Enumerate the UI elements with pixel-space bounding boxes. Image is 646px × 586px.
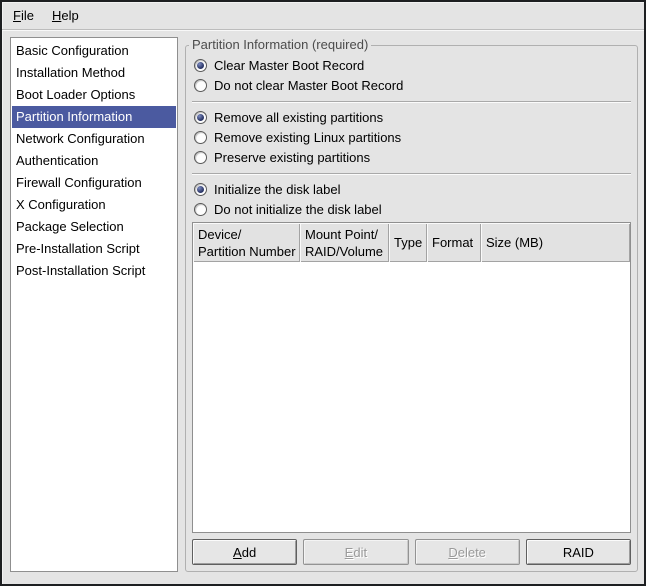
radio-clear-master-boot-record[interactable]: Clear Master Boot Record (192, 55, 631, 75)
sidebar-item-boot-loader-options[interactable]: Boot Loader Options (12, 84, 176, 106)
radio-label: Clear Master Boot Record (214, 58, 364, 73)
raid-button[interactable]: RAID (526, 539, 631, 565)
config-step-list: Basic ConfigurationInstallation MethodBo… (10, 37, 178, 572)
master-boot-record-radio-group: Clear Master Boot Record Do not clear Mas… (192, 55, 631, 95)
menu-help[interactable]: Help (43, 2, 88, 29)
radio-label: Preserve existing partitions (214, 150, 370, 165)
sidebar-item-authentication[interactable]: Authentication (12, 150, 176, 172)
radio-initialize-the-disk-label[interactable]: Initialize the disk label (192, 179, 631, 199)
edit-button: Edit (303, 539, 408, 565)
kickstart-configurator-window: FileHelp Basic ConfigurationInstallation… (0, 0, 646, 586)
radio-button-icon[interactable] (194, 151, 207, 164)
radio-button-icon[interactable] (194, 183, 207, 196)
column-header-text: Size (MB) (486, 234, 625, 251)
partition-table-body[interactable] (193, 262, 630, 532)
partition-information-frame: Partition Information (required) Clear M… (185, 37, 638, 572)
sidebar-item-firewall-configuration[interactable]: Firewall Configuration (12, 172, 176, 194)
sidebar-item-post-installation-script[interactable]: Post-Installation Script (12, 260, 176, 282)
sidebar-item-basic-configuration[interactable]: Basic Configuration (12, 40, 176, 62)
main-area: Basic ConfigurationInstallation MethodBo… (2, 30, 644, 584)
column-header-size-mb[interactable]: Size (MB) (481, 223, 630, 262)
radio-button-icon[interactable] (194, 131, 207, 144)
sidebar-item-installation-method[interactable]: Installation Method (12, 62, 176, 84)
radio-button-icon[interactable] (194, 59, 207, 72)
delete-button: Delete (415, 539, 520, 565)
column-header-text: Partition Number (198, 243, 295, 260)
radio-remove-all-existing-partitions[interactable]: Remove all existing partitions (192, 107, 631, 127)
column-header-device-partition-number[interactable]: Device/Partition Number (193, 223, 300, 262)
radio-preserve-existing-partitions[interactable]: Preserve existing partitions (192, 147, 631, 167)
menubar: FileHelp (2, 2, 644, 30)
partition-table: Device/Partition NumberMount Point/RAID/… (192, 222, 631, 533)
column-header-text: Format (432, 234, 476, 251)
radio-button-icon[interactable] (194, 111, 207, 124)
column-header-text: Device/ (198, 226, 295, 243)
column-header-text: Mount Point/ (305, 226, 384, 243)
sidebar-item-partition-information[interactable]: Partition Information (12, 106, 176, 128)
disk-label-radio-group: Initialize the disk label Do not initiali… (192, 179, 631, 219)
sidebar-item-x-configuration[interactable]: X Configuration (12, 194, 176, 216)
radio-do-not-initialize-the-disk-label[interactable]: Do not initialize the disk label (192, 199, 631, 219)
frame-label: Partition Information (required) (189, 37, 371, 53)
add-button[interactable]: Add (192, 539, 297, 565)
radio-button-icon[interactable] (194, 79, 207, 92)
radio-label: Remove all existing partitions (214, 110, 383, 125)
existing-partitions-radio-group: Remove all existing partitions Remove exi… (192, 107, 631, 167)
column-header-type[interactable]: Type (389, 223, 427, 262)
radio-do-not-clear-master-boot-record[interactable]: Do not clear Master Boot Record (192, 75, 631, 95)
partition-table-header: Device/Partition NumberMount Point/RAID/… (193, 223, 630, 262)
column-header-format[interactable]: Format (427, 223, 481, 262)
radio-label: Remove existing Linux partitions (214, 130, 401, 145)
column-header-text: RAID/Volume (305, 243, 384, 260)
radio-label: Initialize the disk label (214, 182, 340, 197)
sidebar-item-network-configuration[interactable]: Network Configuration (12, 128, 176, 150)
separator (192, 173, 631, 175)
column-header-text: Type (394, 234, 422, 251)
menu-file[interactable]: File (4, 2, 43, 29)
radio-remove-existing-linux-partitions[interactable]: Remove existing Linux partitions (192, 127, 631, 147)
sidebar-item-pre-installation-script[interactable]: Pre-Installation Script (12, 238, 176, 260)
partition-action-buttons: AddEdit DeleteRAID (192, 539, 631, 565)
column-header-mount-point-raid-volume[interactable]: Mount Point/RAID/Volume (300, 223, 389, 262)
radio-button-icon[interactable] (194, 203, 207, 216)
radio-label: Do not clear Master Boot Record (214, 78, 403, 93)
separator (192, 101, 631, 103)
radio-label: Do not initialize the disk label (214, 202, 382, 217)
sidebar-item-package-selection[interactable]: Package Selection (12, 216, 176, 238)
